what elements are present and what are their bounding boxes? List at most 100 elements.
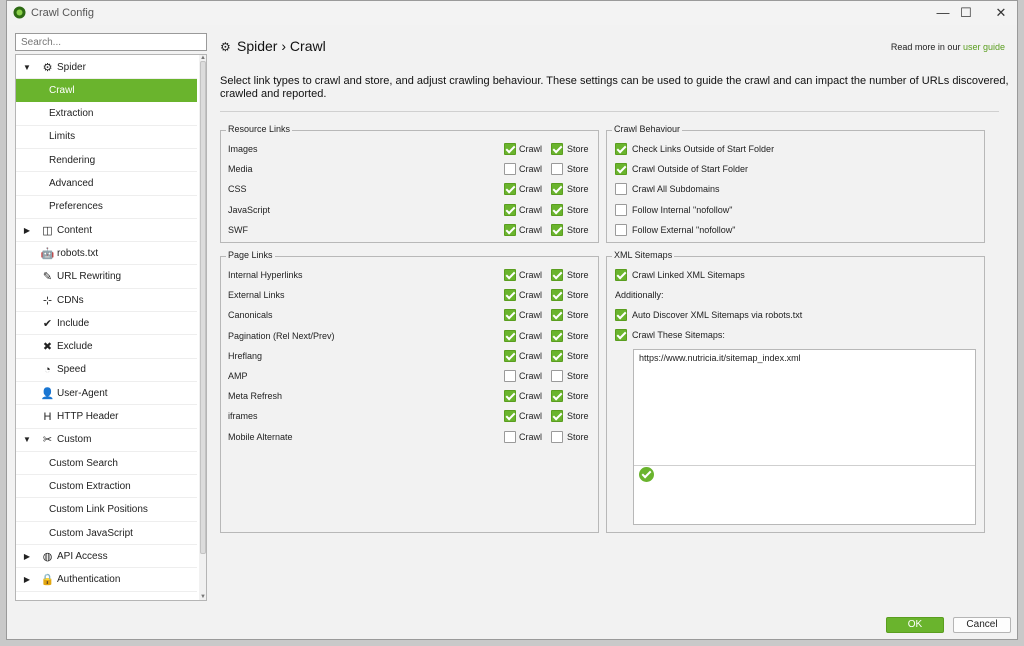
behaviour-checkbox[interactable] <box>615 143 627 155</box>
crawl-checkbox[interactable] <box>504 223 516 236</box>
crawl-checkbox[interactable] <box>504 183 516 196</box>
crawl-checkbox[interactable] <box>504 309 516 322</box>
store-checkbox[interactable] <box>551 289 563 302</box>
crawl-behaviour-title: Crawl Behaviour <box>612 124 683 134</box>
auto-discover-row[interactable]: Auto Discover XML Sitemaps via robots.tx… <box>607 308 984 324</box>
auto-discover-checkbox[interactable] <box>615 309 627 321</box>
store-checkbox[interactable] <box>551 329 563 342</box>
crawl-linked-checkbox[interactable] <box>615 269 627 281</box>
auto-discover-label: Auto Discover XML Sitemaps via robots.tx… <box>632 310 803 320</box>
crawl-checkbox[interactable] <box>504 289 516 302</box>
caret-right-icon[interactable]: ▶ <box>23 575 31 584</box>
header-icon: H <box>43 410 52 423</box>
store-checkbox[interactable] <box>551 309 563 322</box>
tree-item-custom-link-positions[interactable]: Custom Link Positions <box>16 499 197 522</box>
store-checkbox[interactable] <box>551 183 563 196</box>
store-checkbox[interactable] <box>551 349 563 362</box>
tree-item-spider[interactable]: ▼ ⚙ Spider <box>16 56 197 79</box>
behaviour-row-check-links-outside-of-start-folder[interactable]: Check Links Outside of Start Folder <box>607 142 984 158</box>
crawl-checkbox[interactable] <box>504 390 516 403</box>
store-checkbox[interactable] <box>551 163 563 176</box>
behaviour-checkbox[interactable] <box>615 203 627 216</box>
crawl-checkbox[interactable] <box>504 163 516 176</box>
store-checkbox[interactable] <box>551 410 563 423</box>
tree-item-label: Content <box>57 224 93 236</box>
user-guide-link[interactable]: user guide <box>963 42 1005 52</box>
crawl-checkbox[interactable] <box>504 410 516 423</box>
store-checkbox[interactable] <box>551 370 563 382</box>
behaviour-checkbox[interactable] <box>615 183 627 196</box>
tree-item-label: Authentication <box>57 574 121 586</box>
tree-item-include[interactable]: ✔ Include <box>16 312 197 336</box>
tree-item-http-header[interactable]: H HTTP Header <box>16 406 197 429</box>
caret-down-icon[interactable]: ▼ <box>23 63 31 72</box>
tree-scroll-thumb[interactable] <box>200 61 206 554</box>
sitemaps-textarea[interactable]: https://www.nutricia.it/sitemap_index.xm… <box>633 349 976 525</box>
behaviour-checkbox[interactable] <box>615 163 627 176</box>
store-checkbox[interactable] <box>551 223 563 236</box>
crawl-checkbox[interactable] <box>504 269 516 281</box>
behaviour-row-crawl-outside-of-start-folder[interactable]: Crawl Outside of Start Folder <box>607 162 984 178</box>
crawl-checkbox[interactable] <box>504 329 516 342</box>
search-input[interactable] <box>15 33 207 51</box>
tree-item-custom-search[interactable]: Custom Search <box>16 452 197 476</box>
link-type-label: Internal Hyperlinks <box>228 270 303 280</box>
crawl-these-row[interactable]: Crawl These Sitemaps: <box>607 328 984 344</box>
tree-item-content[interactable]: ▶ ◫ Content <box>16 219 197 243</box>
store-checkbox[interactable] <box>551 143 563 155</box>
tree-item-api-access[interactable]: ▶ ◍ API Access <box>16 545 197 569</box>
crawl-checkbox[interactable] <box>504 349 516 362</box>
behaviour-checkbox[interactable] <box>615 223 627 236</box>
tree-item-rendering[interactable]: Rendering <box>16 149 197 173</box>
cancel-button[interactable]: Cancel <box>953 617 1011 633</box>
caret-right-icon[interactable]: ▶ <box>23 552 31 561</box>
minimize-icon[interactable]: — <box>934 4 952 22</box>
link-type-label: Images <box>228 144 258 154</box>
close-icon[interactable]: ✕ <box>992 4 1010 22</box>
link-row-media: Media Crawl Store <box>221 162 598 178</box>
tree-item-limits[interactable]: Limits <box>16 126 197 149</box>
tree-item-exclude[interactable]: ✖ Exclude <box>16 336 197 359</box>
tree-item-custom[interactable]: ▼ ✂ Custom <box>16 429 197 452</box>
xml-sitemaps-group: XML Sitemaps Crawl Linked XML Sitemaps A… <box>606 250 985 533</box>
crawl-checkbox[interactable] <box>504 203 516 216</box>
tree-item-label: Custom Link Positions <box>49 504 148 516</box>
caret-down-icon[interactable]: ▼ <box>23 435 31 444</box>
crawl-checkbox[interactable] <box>504 143 516 155</box>
crawl-checkbox[interactable] <box>504 370 516 382</box>
tree-item-extraction[interactable]: Extraction <box>16 103 197 126</box>
tree-item-preferences[interactable]: Preferences <box>16 196 197 219</box>
store-checkbox[interactable] <box>551 390 563 403</box>
link-type-label: JavaScript <box>228 204 271 215</box>
behaviour-row-follow-external-nofollow[interactable]: Follow External "nofollow" <box>607 223 984 239</box>
tree-scrollbar[interactable]: ▲ ▼ <box>199 55 206 600</box>
tree-item-cdns[interactable]: ⊹ CDNs <box>16 289 197 312</box>
behaviour-row-follow-internal-nofollow[interactable]: Follow Internal "nofollow" <box>607 203 984 219</box>
maximize-icon[interactable]: ☐ <box>957 4 975 22</box>
behaviour-label: Check Links Outside of Start Folder <box>632 144 775 154</box>
store-checkbox[interactable] <box>551 430 563 443</box>
scroll-down-icon[interactable]: ▼ <box>199 594 206 600</box>
tree-item-user-agent[interactable]: 👤 User-Agent <box>16 382 197 406</box>
store-checkbox[interactable] <box>551 269 563 281</box>
crawl-linked-row[interactable]: Crawl Linked XML Sitemaps <box>607 268 984 284</box>
tree-item-speed[interactable]: ◔ Speed <box>16 359 197 382</box>
store-checkbox[interactable] <box>551 203 563 216</box>
store-label: Store <box>567 330 589 341</box>
tree-item-authentication[interactable]: ▶ 🔒 Authentication <box>16 569 197 592</box>
tree-item-custom-javascript[interactable]: Custom JavaScript <box>16 522 197 545</box>
caret-right-icon[interactable]: ▶ <box>23 226 31 235</box>
behaviour-row-crawl-all-subdomains[interactable]: Crawl All Subdomains <box>607 182 984 198</box>
crawl-these-checkbox[interactable] <box>615 329 627 341</box>
link-row-css: CSS Crawl Store <box>221 182 598 198</box>
crawl-label: Crawl <box>519 411 543 422</box>
tree-item-crawl[interactable]: Crawl <box>16 79 197 103</box>
crawl-checkbox[interactable] <box>504 430 516 443</box>
link-type-label: External Links <box>228 290 285 301</box>
tree-item-url-rewriting[interactable]: ✎ URL Rewriting <box>16 266 197 289</box>
ok-button[interactable]: OK <box>886 617 944 633</box>
tree-item-custom-extraction[interactable]: Custom Extraction <box>16 475 197 499</box>
tree-item-robots-txt[interactable]: 🤖 robots.txt <box>16 242 197 266</box>
tree-item-label: Custom JavaScript <box>49 527 133 539</box>
tree-item-advanced[interactable]: Advanced <box>16 173 197 196</box>
